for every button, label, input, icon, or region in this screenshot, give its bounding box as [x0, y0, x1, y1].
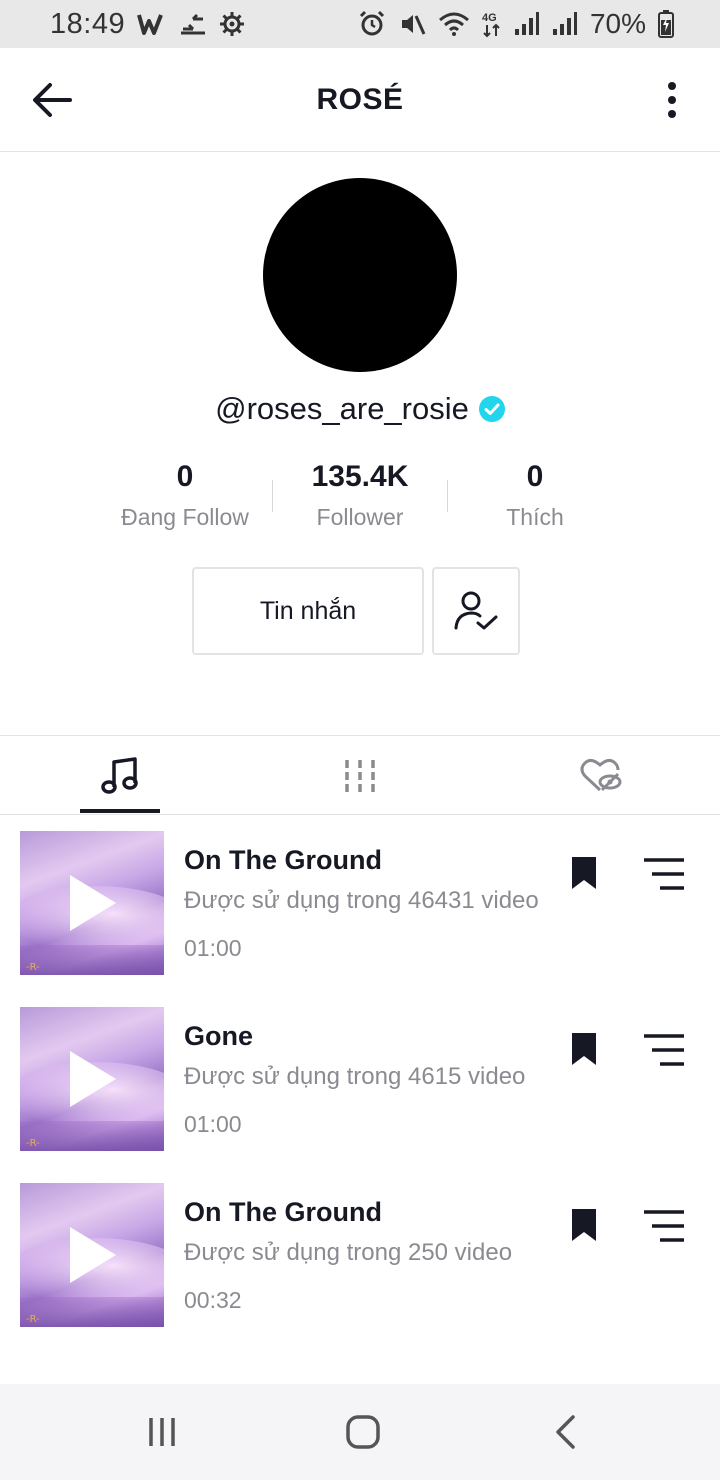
- stat-divider: [272, 480, 273, 512]
- top-app-bar: ROSÉ: [0, 48, 720, 152]
- active-tab-indicator: [80, 809, 160, 813]
- more-dot-icon: [668, 110, 676, 118]
- sound-duration: 01:00: [184, 935, 242, 961]
- sound-usage: Được sử dụng trong 46431 video: [184, 887, 539, 914]
- w-app-icon: [137, 14, 163, 35]
- list-item[interactable]: -R- On The Ground Được sử dụng trong 250…: [0, 1183, 720, 1329]
- cover-mark: -R-: [26, 1314, 40, 1325]
- sound-title: On The Ground: [184, 1197, 382, 1227]
- stat-value: 0: [526, 460, 544, 493]
- play-icon: [70, 1227, 116, 1283]
- alarm-icon: [359, 10, 385, 36]
- list-item[interactable]: -R- On The Ground Được sử dụng trong 464…: [0, 831, 720, 977]
- tab-videos[interactable]: [320, 736, 400, 815]
- bookmark-icon[interactable]: [569, 1031, 599, 1067]
- list-item[interactable]: -R- Gone Được sử dụng trong 4615 video 0…: [0, 1007, 720, 1153]
- system-nav-bar: [0, 1384, 720, 1480]
- signal-icon-2: [552, 12, 577, 35]
- stat-label: Thích: [506, 504, 564, 530]
- recent-apps-icon: [149, 1418, 175, 1446]
- more-dot-icon: [668, 96, 676, 104]
- sound-menu-icon[interactable]: [642, 1209, 686, 1243]
- settings-icon: [220, 12, 245, 36]
- sound-usage: Được sử dụng trong 4615 video: [184, 1063, 526, 1090]
- stat-followers[interactable]: 135.4K Follower: [270, 456, 450, 531]
- user-check-icon: [454, 591, 498, 630]
- stat-label: Follower: [316, 504, 404, 530]
- sound-cover[interactable]: -R-: [20, 1183, 164, 1327]
- sync-icon: [181, 13, 206, 35]
- arrow-left-icon: [33, 83, 72, 117]
- sound-usage: Được sử dụng trong 250 video: [184, 1239, 513, 1266]
- tab-sounds[interactable]: [80, 736, 160, 815]
- profile-stats: 0 Đang Follow 135.4K Follower 0 Thích: [0, 456, 720, 536]
- avatar[interactable]: [263, 178, 457, 372]
- stat-value: 0: [176, 460, 194, 493]
- stat-following[interactable]: 0 Đang Follow: [95, 456, 275, 531]
- signal-icon: [514, 12, 539, 35]
- profile-tabs: [0, 735, 720, 815]
- more-dot-icon: [668, 82, 676, 90]
- sound-menu-icon[interactable]: [642, 857, 686, 891]
- recent-apps-button[interactable]: [144, 1412, 180, 1452]
- page-title: ROSÉ: [316, 82, 404, 116]
- svg-text:4G: 4G: [482, 12, 497, 24]
- stat-label: Đang Follow: [121, 504, 249, 530]
- stat-value: 135.4K: [311, 460, 409, 493]
- cover-mark: -R-: [26, 962, 40, 973]
- tab-liked[interactable]: [561, 736, 641, 815]
- home-button[interactable]: [343, 1412, 383, 1452]
- home-icon: [346, 1415, 380, 1449]
- stat-divider: [447, 480, 448, 512]
- verified-badge-icon: [478, 396, 505, 422]
- mute-icon: [401, 15, 426, 35]
- sound-title: On The Ground: [184, 845, 382, 875]
- bookmark-icon[interactable]: [569, 1207, 599, 1243]
- music-note-icon: [101, 756, 138, 794]
- sound-duration: 01:00: [184, 1111, 242, 1137]
- username-row: @roses_are_rosie: [0, 386, 720, 432]
- sound-duration: 00:32: [184, 1287, 242, 1313]
- more-options-button[interactable]: [662, 78, 682, 122]
- stat-likes[interactable]: 0 Thích: [445, 456, 625, 531]
- sound-cover[interactable]: -R-: [20, 1007, 164, 1151]
- sound-cover[interactable]: -R-: [20, 831, 164, 975]
- bookmark-icon[interactable]: [569, 855, 599, 891]
- message-button[interactable]: Tin nhắn: [192, 567, 424, 655]
- battery-percent: 70%: [589, 8, 646, 39]
- battery-icon: [658, 10, 674, 38]
- back-button[interactable]: [30, 81, 74, 119]
- play-icon: [70, 875, 116, 931]
- status-bar: 18:49 4G 70%: [0, 0, 720, 48]
- grid-icon: [345, 759, 375, 792]
- sound-menu-icon[interactable]: [642, 1033, 686, 1067]
- following-button[interactable]: [432, 567, 520, 655]
- system-back-button[interactable]: [550, 1412, 580, 1452]
- play-icon: [70, 1051, 116, 1107]
- chevron-left-icon: [556, 1415, 575, 1449]
- status-time: 18:49: [50, 7, 126, 40]
- sound-title: Gone: [184, 1021, 254, 1051]
- network-4g-icon: 4G: [482, 12, 500, 38]
- liked-hidden-icon: [580, 758, 622, 791]
- username: @roses_are_rosie: [215, 391, 469, 426]
- cover-mark: -R-: [26, 1138, 40, 1149]
- wifi-icon: [438, 12, 469, 36]
